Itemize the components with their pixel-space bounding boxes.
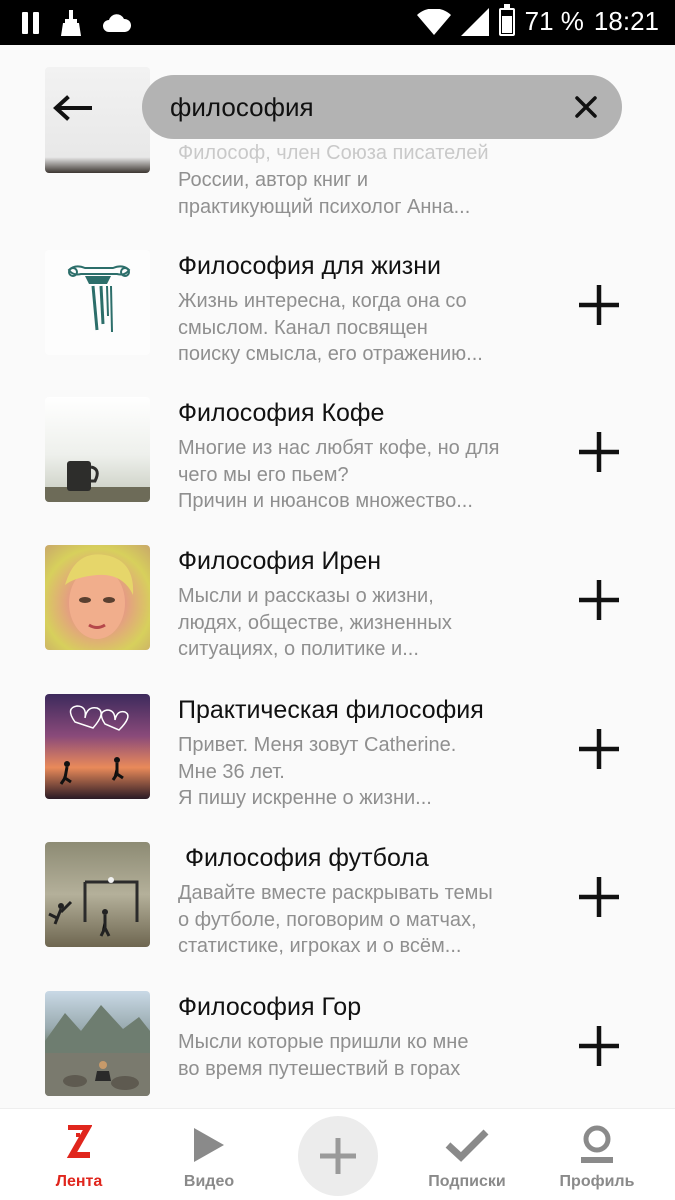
channel-desc-line: Привет. Меня зовут Catherine. bbox=[178, 734, 457, 756]
channel-desc-line: чего мы его пьем? bbox=[178, 463, 349, 486]
checkmark-icon bbox=[445, 1123, 489, 1167]
search-box bbox=[142, 75, 622, 139]
channel-thumb[interactable] bbox=[45, 545, 150, 650]
plus-icon bbox=[579, 1026, 619, 1066]
subscribe-button[interactable] bbox=[576, 577, 622, 623]
close-icon bbox=[575, 96, 597, 118]
plus-icon bbox=[579, 285, 619, 325]
channel-title[interactable]: Философия Кофе bbox=[178, 399, 384, 428]
mountain-lake-image bbox=[45, 1005, 150, 1096]
nav-feed[interactable]: Лента bbox=[48, 1109, 110, 1200]
column-capital-image bbox=[67, 265, 131, 333]
channel-desc-line: Жизнь интересна, когда она со bbox=[178, 290, 467, 312]
pause-icon bbox=[22, 12, 39, 34]
nav-label: Лента bbox=[55, 1173, 103, 1190]
clock: 18:21 bbox=[593, 6, 659, 36]
status-bar: 71 % 18:21 bbox=[0, 0, 675, 45]
channel-desc-line: Я пишу искренне о жизни... bbox=[178, 787, 432, 809]
channel-row[interactable]: Практическая философия Привет. Меня зову… bbox=[0, 694, 675, 842]
partial-desc-line-2: России, автор книг и bbox=[178, 169, 369, 191]
channel-desc-line: Причин и нюансов множество... bbox=[178, 490, 473, 512]
channel-desc: Привет. Меня зовут Catherine. Мне 36 лет… bbox=[178, 732, 558, 812]
battery-icon bbox=[498, 3, 515, 36]
channel-desc-line: Давайте вместе раскрывать темы bbox=[178, 882, 493, 904]
channel-desc-line: поиску смысла, его отражению... bbox=[178, 343, 483, 365]
channel-desc-line: Мне 36 лет. bbox=[178, 760, 285, 783]
subscribe-button[interactable] bbox=[576, 429, 622, 475]
woman-portrait-image bbox=[65, 554, 134, 639]
nav-subscriptions[interactable]: Подписки bbox=[420, 1109, 514, 1200]
channel-title[interactable]: Философия Ирен bbox=[178, 547, 381, 576]
football-goal-image bbox=[48, 877, 139, 937]
profile-icon bbox=[579, 1123, 615, 1167]
channel-desc-line: людях, обществе, жизненных bbox=[178, 611, 452, 634]
nav-video[interactable]: Видео bbox=[178, 1109, 240, 1200]
channel-desc-line: во время путешествий в горах bbox=[178, 1057, 461, 1080]
channel-desc-line: ситуациях, о политике и... bbox=[178, 638, 419, 660]
nav-profile[interactable]: Профиль bbox=[556, 1109, 638, 1200]
plus-icon bbox=[579, 432, 619, 472]
channel-desc: Мысли и рассказы о жизни, людях, обществ… bbox=[178, 583, 558, 663]
partial-desc-line-3: практикующий психолог Анна... bbox=[178, 196, 471, 218]
coffee-mug-image bbox=[45, 461, 150, 502]
channel-desc-line: смыслом. Канал посвящен bbox=[178, 316, 428, 339]
nav-label: Видео bbox=[183, 1173, 235, 1190]
plus-icon bbox=[579, 580, 619, 620]
channel-desc-line: Мысли и рассказы о жизни, bbox=[178, 585, 434, 607]
partial-desc-line-1: Философ, член Союза писателей bbox=[178, 142, 489, 164]
nav-label: Подписки bbox=[428, 1173, 506, 1190]
channel-desc: Давайте вместе раскрывать темы о футболе… bbox=[178, 880, 558, 960]
channel-row[interactable]: Философия для жизни Жизнь интересна, ког… bbox=[0, 250, 675, 398]
plus-icon bbox=[579, 877, 619, 917]
channel-desc-line: статистике, игроках и о всём... bbox=[178, 935, 462, 957]
subscribe-button[interactable] bbox=[576, 726, 622, 772]
channel-title[interactable]: Философия Гор bbox=[178, 993, 361, 1022]
subscribe-button[interactable] bbox=[576, 1023, 622, 1069]
wifi-icon bbox=[416, 8, 451, 35]
create-button[interactable] bbox=[298, 1116, 378, 1196]
battery-percent: 71 % bbox=[524, 6, 584, 36]
plus-icon bbox=[579, 729, 619, 769]
broom-icon bbox=[61, 10, 81, 36]
arrow-left-icon bbox=[53, 95, 92, 121]
zen-logo-icon bbox=[66, 1123, 92, 1167]
channel-desc: Мысли которые пришли ко мне во время пут… bbox=[178, 1029, 558, 1082]
sunset-hearts-image bbox=[59, 705, 129, 785]
clear-search-button[interactable] bbox=[570, 91, 602, 123]
channel-row[interactable]: Философия футбола Давайте вместе раскрыв… bbox=[0, 842, 675, 990]
channel-thumb[interactable] bbox=[45, 694, 150, 799]
play-icon bbox=[192, 1123, 226, 1167]
cloud-icon bbox=[103, 14, 131, 32]
channel-title[interactable]: Философия футбола bbox=[178, 844, 429, 873]
nav-label: Профиль bbox=[559, 1173, 635, 1190]
channel-thumb[interactable] bbox=[45, 842, 150, 947]
channel-desc: Жизнь интересна, когда она со смыслом. К… bbox=[178, 288, 558, 368]
channel-thumb[interactable] bbox=[45, 991, 150, 1096]
channel-thumb[interactable] bbox=[45, 250, 150, 355]
channel-title[interactable]: Практическая философия bbox=[178, 696, 484, 725]
signal-icon bbox=[460, 7, 489, 36]
channel-desc-line: о футболе, поговорим о матчах, bbox=[178, 908, 477, 931]
search-input[interactable] bbox=[170, 75, 550, 139]
subscribe-button[interactable] bbox=[576, 282, 622, 328]
channel-desc-line: Многие из нас любят кофе, но для bbox=[178, 437, 500, 459]
plus-icon bbox=[320, 1138, 356, 1174]
partial-channel-desc[interactable]: Философ, член Союза писателей России, ав… bbox=[178, 140, 558, 221]
channel-thumb[interactable] bbox=[45, 397, 150, 502]
subscribe-button[interactable] bbox=[576, 874, 622, 920]
channel-row[interactable]: Философия Ирен Мысли и рассказы о жизни,… bbox=[0, 545, 675, 693]
channel-desc-line: Мысли которые пришли ко мне bbox=[178, 1031, 469, 1053]
back-button[interactable] bbox=[40, 82, 104, 134]
channel-title[interactable]: Философия для жизни bbox=[178, 252, 441, 281]
channel-row[interactable]: Философия Кофе Многие из нас любят кофе,… bbox=[0, 397, 675, 545]
channel-desc: Многие из нас любят кофе, но для чего мы… bbox=[178, 435, 558, 515]
